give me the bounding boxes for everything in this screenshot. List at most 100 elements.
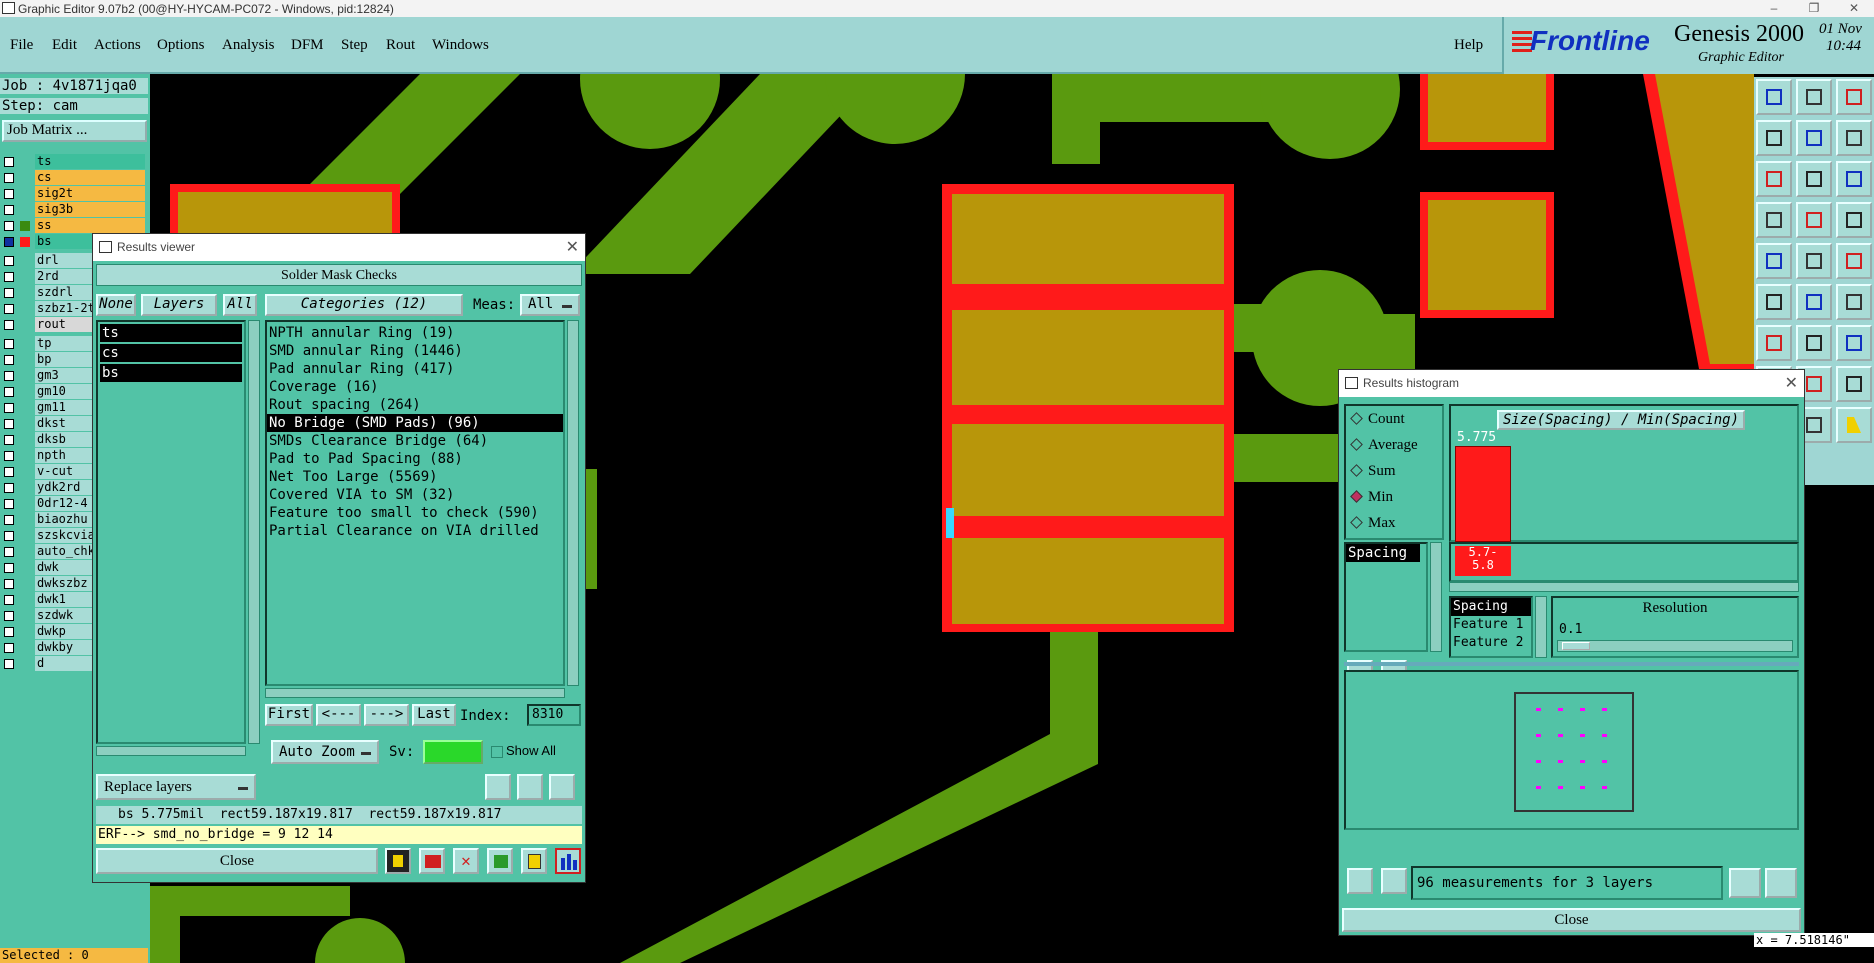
results-viewer-close-button[interactable]: Close: [96, 848, 378, 874]
category-item[interactable]: SMD annular Ring (1446): [267, 342, 563, 360]
replace-layers-select[interactable]: Replace layers: [96, 774, 256, 800]
layer-checkbox[interactable]: [4, 221, 14, 231]
stat-option[interactable]: Max: [1346, 510, 1442, 536]
all-button[interactable]: All: [223, 294, 257, 316]
layer-checkbox[interactable]: [4, 272, 14, 282]
menu-file[interactable]: File: [10, 37, 33, 54]
draw-icon[interactable]: [1796, 325, 1832, 361]
sv-color-select[interactable]: [423, 740, 483, 764]
ref-icon[interactable]: [1381, 868, 1407, 894]
category-item[interactable]: Net Too Large (5569): [267, 468, 563, 486]
ref-icon[interactable]: [517, 774, 543, 800]
import-icon[interactable]: [1765, 868, 1797, 898]
layer-checkbox[interactable]: [4, 387, 14, 397]
categories-list[interactable]: NPTH annular Ring (19) SMD annular Ring (…: [265, 320, 565, 686]
measure-list[interactable]: Spacing: [1344, 542, 1428, 652]
pad-icon[interactable]: [1756, 243, 1792, 279]
menu-windows[interactable]: Windows: [432, 37, 489, 54]
layer-results-list[interactable]: ts cs bs: [96, 320, 246, 744]
zoom-back-icon[interactable]: [1836, 120, 1872, 156]
measure-list-vscroll[interactable]: [1430, 542, 1442, 652]
layer-checkbox[interactable]: [4, 173, 14, 183]
layer-checkbox[interactable]: [4, 205, 14, 215]
meas-select[interactable]: All: [520, 294, 580, 316]
redo-icon[interactable]: [1836, 325, 1872, 361]
center-icon[interactable]: [1796, 161, 1832, 197]
stat-option[interactable]: Min: [1346, 484, 1442, 510]
layer-checkbox[interactable]: [4, 563, 14, 573]
zoom-out-icon[interactable]: [1796, 120, 1832, 156]
layer-checkbox[interactable]: [4, 467, 14, 477]
none-button[interactable]: None: [96, 294, 136, 316]
save-icon[interactable]: [1796, 79, 1832, 115]
pin-icon[interactable]: [1796, 202, 1832, 238]
list-item[interactable]: Spacing: [1346, 544, 1420, 562]
job-matrix-button[interactable]: Job Matrix ...: [2, 120, 147, 142]
resize-icon[interactable]: [1836, 366, 1872, 402]
last-button[interactable]: Last: [412, 704, 456, 726]
layer-checkbox[interactable]: [4, 419, 14, 429]
layer-checkbox[interactable]: [4, 483, 14, 493]
list-item[interactable]: ts: [100, 324, 242, 342]
category-item[interactable]: Feature too small to check (590): [267, 504, 563, 522]
shape-icon[interactable]: [1796, 243, 1832, 279]
category-item[interactable]: Coverage (16): [267, 378, 563, 396]
close-window-icon[interactable]: ✕: [1834, 0, 1874, 17]
list-item[interactable]: Feature 1: [1451, 616, 1531, 634]
resolution-slider[interactable]: [1557, 640, 1793, 652]
category-item[interactable]: NPTH annular Ring (19): [267, 324, 563, 342]
scale-icon[interactable]: [1836, 161, 1872, 197]
index-input[interactable]: 8310: [527, 704, 581, 726]
layer-row[interactable]: cs: [0, 170, 148, 186]
menu-actions[interactable]: Actions: [94, 37, 141, 54]
layer-checkbox[interactable]: [4, 371, 14, 381]
home-icon[interactable]: [1836, 79, 1872, 115]
node-icon[interactable]: [1756, 284, 1792, 320]
layer-checkbox[interactable]: [4, 531, 14, 541]
layer-list-vscroll[interactable]: [248, 320, 260, 744]
category-item[interactable]: Partial Clearance on VIA drilled: [267, 522, 563, 540]
menu-edit[interactable]: Edit: [52, 37, 77, 54]
list-item[interactable]: Spacing: [1451, 598, 1531, 616]
layer-checkbox[interactable]: [4, 595, 14, 605]
menu-help[interactable]: Help: [1454, 37, 1483, 54]
layer-checkbox[interactable]: [4, 157, 14, 167]
stat-option[interactable]: Sum: [1346, 458, 1442, 484]
field-list-vscroll[interactable]: [1535, 596, 1547, 658]
layer-row[interactable]: ts: [0, 154, 148, 170]
menu-rout[interactable]: Rout: [386, 37, 415, 54]
layer-row[interactable]: sig3b: [0, 202, 148, 218]
category-item[interactable]: No Bridge (SMD Pads) (96): [267, 414, 563, 432]
del-icon[interactable]: [1347, 868, 1373, 894]
cross-icon[interactable]: [1796, 284, 1832, 320]
histogram-bar[interactable]: [1455, 446, 1511, 542]
layer-checkbox[interactable]: [4, 288, 14, 298]
menu-dfm[interactable]: DFM: [291, 37, 324, 54]
category-item[interactable]: Covered VIA to SM (32): [267, 486, 563, 504]
layer-checkbox[interactable]: [4, 339, 14, 349]
menu-analysis[interactable]: Analysis: [222, 37, 275, 54]
category-item[interactable]: Rout spacing (264): [267, 396, 563, 414]
next-button[interactable]: --->: [364, 704, 409, 726]
stat-option[interactable]: Average: [1346, 432, 1442, 458]
layer-checkbox[interactable]: [4, 189, 14, 199]
list-item[interactable]: Feature 2: [1451, 634, 1531, 652]
layer-row[interactable]: ss: [0, 218, 148, 234]
layer-checkbox[interactable]: [4, 320, 14, 330]
histogram-icon[interactable]: [555, 848, 581, 874]
list-item[interactable]: cs: [100, 344, 242, 362]
green-icon[interactable]: [487, 848, 513, 874]
layer-checkbox[interactable]: [4, 627, 14, 637]
categories-hscroll[interactable]: [265, 688, 565, 698]
measure-icon[interactable]: [1756, 202, 1792, 238]
layer-checkbox[interactable]: [4, 237, 14, 247]
layer-checkbox[interactable]: [4, 643, 14, 653]
ruler-icon[interactable]: [1836, 243, 1872, 279]
layer-checkbox[interactable]: [4, 403, 14, 413]
yellow-square-icon[interactable]: [385, 848, 411, 874]
layer-checkbox[interactable]: [4, 256, 14, 266]
menu-options[interactable]: Options: [157, 37, 205, 54]
category-item[interactable]: SMDs Clearance Bridge (64): [267, 432, 563, 450]
prev-button[interactable]: <---: [316, 704, 361, 726]
first-button[interactable]: First: [265, 704, 313, 726]
